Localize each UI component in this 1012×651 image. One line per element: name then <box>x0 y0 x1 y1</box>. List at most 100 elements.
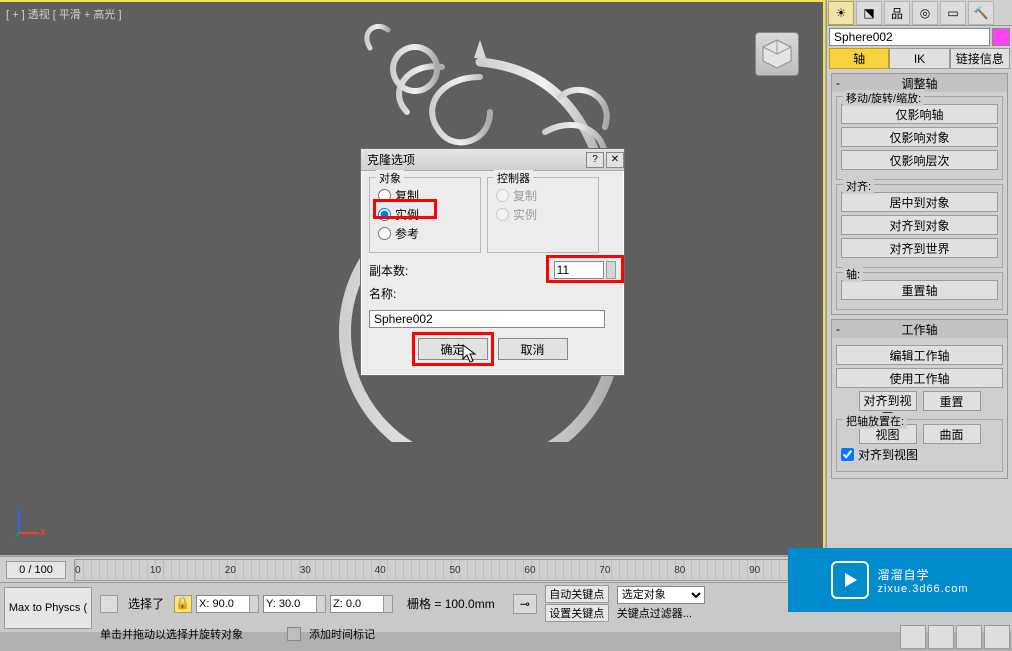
ctrl-instance-radio <box>496 208 509 221</box>
place-surface-button[interactable]: 曲面 <box>923 424 981 444</box>
copy-label: 复制 <box>395 187 419 204</box>
help-button[interactable]: ? <box>586 152 604 168</box>
status-text: 单击并拖动以选择并旋转对象 <box>100 626 243 642</box>
key-filter-dropdown[interactable]: 选定对象 <box>617 586 705 604</box>
object-color-chip[interactable] <box>992 28 1010 46</box>
lock-icon[interactable]: 🔒 <box>174 595 192 613</box>
y-field[interactable] <box>263 595 326 613</box>
group-title: 轴: <box>843 266 863 282</box>
motion-tab-icon[interactable]: ◎ <box>912 1 938 25</box>
nav-tool-4[interactable] <box>984 625 1010 649</box>
axis-group: 轴: 重置轴 <box>836 272 1003 310</box>
group-title: 把轴放置在: <box>843 413 907 429</box>
cancel-button[interactable]: 取消 <box>498 338 568 360</box>
instance-label: 实例 <box>395 206 419 223</box>
z-input[interactable] <box>330 595 384 613</box>
display-tab-icon[interactable]: ▭ <box>940 1 966 25</box>
set-key-button[interactable]: 设置关键点 <box>545 604 609 622</box>
align-to-view-checkbox[interactable] <box>841 448 854 461</box>
group-title: 对象 <box>376 170 404 186</box>
dialog-titlebar[interactable]: 克隆选项 ? ✕ <box>361 149 624 171</box>
nav-tool-1[interactable] <box>900 625 926 649</box>
name-label: 名称: <box>369 285 396 302</box>
nav-tool-3[interactable] <box>956 625 982 649</box>
select-lock-icon[interactable] <box>100 595 118 613</box>
z-field[interactable] <box>330 595 393 613</box>
ctrl-copy-radio-row: 复制 <box>496 187 590 203</box>
reset-button[interactable]: 重置 <box>923 391 981 411</box>
maxscript-button[interactable]: Max to Physcs ( <box>4 587 92 629</box>
edit-working-pivot-button[interactable]: 编辑工作轴 <box>836 345 1003 365</box>
play-icon <box>831 561 869 599</box>
auto-key-button[interactable]: 自动关键点 <box>545 585 609 603</box>
tick: 60 <box>524 565 535 576</box>
tick: 20 <box>225 565 236 576</box>
affect-hierarchy-only-button[interactable]: 仅影响层次 <box>841 150 998 170</box>
reference-radio-row[interactable]: 参考 <box>378 225 472 241</box>
viewcube[interactable] <box>755 32 799 76</box>
ok-button[interactable]: 确定 <box>418 338 488 360</box>
pivot-tab[interactable]: 轴 <box>829 48 889 69</box>
close-button[interactable]: ✕ <box>606 152 624 168</box>
affect-object-only-button[interactable]: 仅影响对象 <box>841 127 998 147</box>
place-pivot-group: 把轴放置在: 视图 曲面 对齐到视图 <box>836 419 1003 472</box>
tick: 70 <box>599 565 610 576</box>
ik-tab[interactable]: IK <box>889 48 949 69</box>
command-panel: ☀ ⬔ 品 ◎ ▭ 🔨 轴 IK 链接信息 -调整轴 移动/旋转/缩放: 仅影响… <box>826 0 1012 556</box>
time-tag-icon[interactable] <box>287 627 301 641</box>
svg-text:x: x <box>40 524 45 537</box>
y-input[interactable] <box>263 595 317 613</box>
name-input[interactable] <box>369 310 605 328</box>
tick: 80 <box>674 565 685 576</box>
instance-radio-row[interactable]: 实例 <box>378 206 472 222</box>
create-tab-icon[interactable]: ☀ <box>828 1 854 25</box>
timeline-ruler[interactable]: 0 10 20 30 40 50 60 70 80 90 100 <box>74 559 825 581</box>
key-filter-label[interactable]: 关键点过滤器... <box>617 605 705 621</box>
align-group: 对齐: 居中到对象 对齐到对象 对齐到世界 <box>836 184 1003 268</box>
copy-radio-row[interactable]: 复制 <box>378 187 472 203</box>
svg-text:z: z <box>15 507 21 516</box>
group-title: 对齐: <box>843 178 874 194</box>
ctrl-copy-label: 复制 <box>513 187 537 204</box>
nav-tool-2[interactable] <box>928 625 954 649</box>
center-to-object-button[interactable]: 居中到对象 <box>841 192 998 212</box>
add-time-tag[interactable]: 添加时间标记 <box>309 626 375 642</box>
modify-tab-icon[interactable]: ⬔ <box>856 1 882 25</box>
object-group: 对象 复制 实例 参考 <box>369 177 481 253</box>
key-mode-icon[interactable]: ⊸ <box>513 594 537 614</box>
copies-input[interactable] <box>554 261 604 279</box>
dialog-title: 克隆选项 <box>367 151 415 168</box>
x-input[interactable] <box>196 595 250 613</box>
align-to-object-button[interactable]: 对齐到对象 <box>841 215 998 235</box>
tick: 40 <box>375 565 386 576</box>
align-to-view-checkbox-row[interactable]: 对齐到视图 <box>841 446 998 463</box>
timeline[interactable]: 0 / 100 0 10 20 30 40 50 60 70 80 90 100 <box>0 556 825 582</box>
working-pivot-header[interactable]: -工作轴 <box>832 320 1007 338</box>
viewport-label[interactable]: [ + ] 透视 [ 平滑 + 高光 ] <box>6 6 122 22</box>
tick: 30 <box>300 565 311 576</box>
time-slider[interactable]: 0 / 100 <box>6 561 66 579</box>
align-to-view-button[interactable]: 对齐到视图 <box>859 391 917 411</box>
hierarchy-tab-icon[interactable]: 品 <box>884 1 910 25</box>
watermark-url: zixue.3d66.com <box>877 583 968 595</box>
watermark-title: 溜溜自学 <box>877 568 929 582</box>
working-pivot-rollout: -工作轴 编辑工作轴 使用工作轴 对齐到视图 重置 把轴放置在: 视图 曲面 对… <box>831 319 1008 479</box>
instance-radio[interactable] <box>378 208 391 221</box>
object-name-input[interactable] <box>829 28 990 46</box>
link-info-tab[interactable]: 链接信息 <box>950 48 1010 69</box>
selection-label: 选择了 <box>128 595 164 612</box>
group-title: 移动/旋转/缩放: <box>843 90 924 106</box>
x-field[interactable] <box>196 595 259 613</box>
panel-tabs: ☀ ⬔ 品 ◎ ▭ 🔨 <box>827 0 1012 26</box>
utilities-tab-icon[interactable]: 🔨 <box>968 1 994 25</box>
watermark: 溜溜自学 zixue.3d66.com <box>788 548 1012 612</box>
axis-gizmo: z x <box>15 507 45 537</box>
affect-pivot-only-button[interactable]: 仅影响轴 <box>841 104 998 124</box>
align-to-world-button[interactable]: 对齐到世界 <box>841 238 998 258</box>
use-working-pivot-button[interactable]: 使用工作轴 <box>836 368 1003 388</box>
reference-radio[interactable] <box>378 227 391 240</box>
copy-radio[interactable] <box>378 189 391 202</box>
viewport-nav-tools <box>900 625 1010 649</box>
reset-pivot-button[interactable]: 重置轴 <box>841 280 998 300</box>
grid-label: 栅格 = 100.0mm <box>407 595 495 612</box>
